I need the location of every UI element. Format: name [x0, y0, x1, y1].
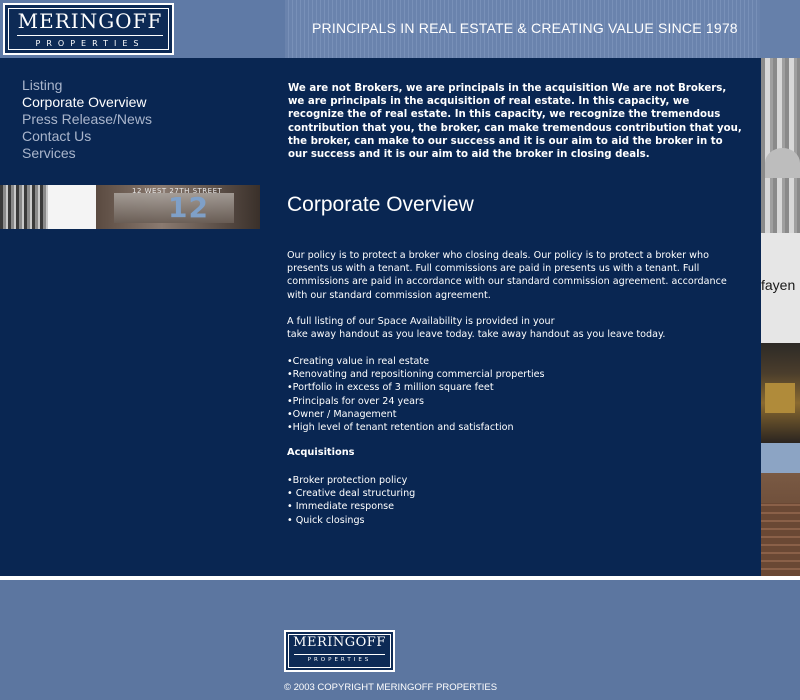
availability-paragraph: A full listing of our Space Availability… — [287, 315, 737, 341]
list-item: Owner / Management — [287, 408, 545, 421]
highlights-list: Creating value in real estate Renovating… — [287, 355, 545, 434]
banner-edge — [760, 0, 800, 58]
list-item: Creating value in real estate — [287, 355, 545, 368]
list-item: Immediate response — [287, 500, 415, 513]
intro-text: We are not Brokers, we are principals in… — [288, 83, 742, 161]
nav-item-services[interactable]: Services — [22, 145, 152, 162]
acquisitions-heading: Acquisitions — [287, 447, 355, 458]
storefront-text: fayen — [761, 277, 796, 293]
tagline: PRINCIPALS IN REAL ESTATE & CREATING VAL… — [312, 20, 738, 36]
main-nav: Listing Corporate Overview Press Release… — [22, 77, 152, 162]
nav-item-contact-us[interactable]: Contact Us — [22, 128, 152, 145]
page-title: Corporate Overview — [287, 193, 474, 216]
photo-number: 12 — [168, 191, 209, 224]
list-item: Quick closings — [287, 514, 415, 527]
list-item: Principals for over 24 years — [287, 395, 545, 408]
photo-window — [765, 383, 795, 413]
list-item: Portfolio in excess of 3 million square … — [287, 381, 545, 394]
nav-item-corporate-overview[interactable]: Corporate Overview — [22, 94, 152, 111]
logo-rule — [17, 35, 163, 36]
photo-columns — [761, 58, 800, 233]
footer-logo-subtitle: PROPERTIES — [307, 657, 372, 663]
photo-capital — [765, 148, 800, 178]
photo-entrance: 12 WEST 27TH STREET 12 — [96, 185, 260, 229]
logo-subtitle: PROPERTIES — [35, 39, 145, 48]
footer-logo-rule — [294, 654, 385, 655]
policy-paragraph: Our policy is to protect a broker who cl… — [287, 250, 727, 301]
page: MERINGOFF PROPERTIES PRINCIPALS IN REAL … — [0, 0, 800, 700]
footer: MERINGOFF PROPERTIES © 2003 COPYRIGHT ME… — [0, 580, 800, 700]
photo-sky — [761, 443, 800, 473]
building-photo-strip: 12 WEST 27TH STREET 12 — [0, 185, 260, 229]
photo-lobby — [761, 343, 800, 443]
header-logo-area: MERINGOFF PROPERTIES — [0, 0, 285, 58]
header-banner: PRINCIPALS IN REAL ESTATE & CREATING VAL… — [285, 0, 800, 58]
list-item: High level of tenant retention and satis… — [287, 421, 545, 434]
photo-bricks — [761, 503, 800, 576]
acquisitions-list: Broker protection policy Creative deal s… — [287, 474, 416, 527]
availability-line: take away handout as you leave today. ta… — [287, 329, 666, 341]
list-item: Renovating and repositioning commercial … — [287, 368, 545, 381]
footer-logo-title: MERINGOFF — [293, 635, 386, 650]
logo[interactable]: MERINGOFF PROPERTIES — [3, 3, 174, 55]
photo-blank — [48, 185, 96, 229]
logo-title: MERINGOFF — [17, 9, 163, 33]
photo-facade — [0, 185, 48, 229]
list-item: Creative deal structuring — [287, 487, 416, 500]
list-item: Broker protection policy — [287, 474, 415, 487]
side-photo-column: fayen — [761, 58, 800, 576]
footer-logo[interactable]: MERINGOFF PROPERTIES — [284, 630, 395, 672]
photo-storefront: fayen — [761, 233, 800, 343]
nav-item-listing[interactable]: Listing — [22, 77, 152, 94]
copyright-text: © 2003 COPYRIGHT MERINGOFF PROPERTIES — [284, 682, 498, 693]
nav-item-press-release[interactable]: Press Release/News — [22, 111, 152, 128]
availability-line: A full listing of our Space Availability… — [287, 316, 555, 327]
photo-brick-building — [761, 473, 800, 576]
